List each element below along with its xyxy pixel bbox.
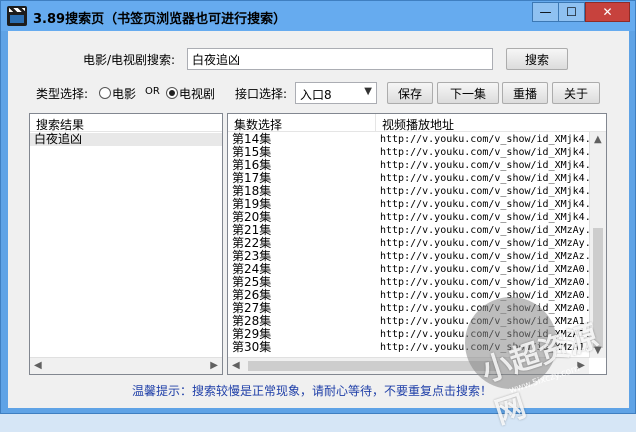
episode-column-header[interactable]: 集数选择 xyxy=(228,114,376,132)
chevron-down-icon: ▼ xyxy=(364,86,372,97)
movie-radio[interactable] xyxy=(99,87,111,99)
episode-url: http://v.youku.com/v_show/id_XMzA1.. xyxy=(380,342,597,353)
scroll-left-icon[interactable]: ◀ xyxy=(34,360,42,371)
episode-url: http://v.youku.com/v_show/id_XMjk4.. xyxy=(380,199,597,210)
episode-url: http://v.youku.com/v_show/id_XMjk4.. xyxy=(380,173,597,184)
episode-url: http://v.youku.com/v_show/id_XMzAz.. xyxy=(380,251,597,262)
table-row[interactable]: 第22集 http://v.youku.com/v_show/id_XMzAy.. xyxy=(228,237,597,250)
next-episode-button[interactable]: 下一集 xyxy=(437,82,499,104)
window-title: 3.89搜索页（书签页浏览器也可进行搜索） xyxy=(33,12,287,27)
search-button[interactable]: 搜索 xyxy=(506,48,568,70)
table-row[interactable]: 第25集 http://v.youku.com/v_show/id_XMzA0.. xyxy=(228,276,597,289)
episode-header: 集数选择 视频播放地址 xyxy=(228,114,606,132)
replay-button[interactable]: 重播 xyxy=(502,82,548,104)
result-title: 白夜追凶 xyxy=(34,132,83,146)
search-results-list[interactable]: 搜索结果 白夜追凶 ◀ ▶ xyxy=(29,113,223,375)
episode-url: http://v.youku.com/v_show/id_XMjk4.. xyxy=(380,160,597,171)
table-row[interactable]: 第23集 http://v.youku.com/v_show/id_XMzAz.. xyxy=(228,250,597,263)
table-row[interactable]: 第15集 http://v.youku.com/v_show/id_XMjk4.. xyxy=(228,146,597,159)
results-header-label: 搜索结果 xyxy=(36,118,85,132)
interface-select[interactable]: 入口8 ▼ xyxy=(295,82,377,104)
scroll-right-icon[interactable]: ▶ xyxy=(210,360,218,371)
scroll-thumb[interactable] xyxy=(593,228,603,348)
table-row[interactable]: 第17集 http://v.youku.com/v_show/id_XMjk4.. xyxy=(228,172,597,185)
or-label: OR xyxy=(145,86,160,97)
episode-url: http://v.youku.com/v_show/id_XMjk4.. xyxy=(380,186,597,197)
scroll-right-icon[interactable]: ▶ xyxy=(577,360,585,371)
results-header: 搜索结果 xyxy=(30,114,222,132)
url-column-header[interactable]: 视频播放地址 xyxy=(376,114,590,132)
episode-url: http://v.youku.com/v_show/id_XMzA0.. xyxy=(380,290,597,301)
list-item[interactable]: 白夜追凶 xyxy=(30,133,222,146)
maximize-button[interactable]: ☐ xyxy=(558,2,585,22)
scroll-down-icon[interactable]: ▼ xyxy=(594,345,602,356)
scroll-left-icon[interactable]: ◀ xyxy=(232,360,240,371)
table-row[interactable]: 第28集 http://v.youku.com/v_show/id_XMzA1.. xyxy=(228,315,597,328)
interface-label: 接口选择: xyxy=(235,87,288,101)
table-row[interactable]: 第26集 http://v.youku.com/v_show/id_XMzA0.. xyxy=(228,289,597,302)
about-button[interactable]: 关于 xyxy=(552,82,600,104)
tv-radio-label[interactable]: 电视剧 xyxy=(179,85,215,102)
tv-radio[interactable] xyxy=(166,87,178,99)
table-row[interactable]: 第24集 http://v.youku.com/v_show/id_XMzA0.. xyxy=(228,263,597,276)
episode-horizontal-scrollbar[interactable]: ◀ ▶ xyxy=(228,357,589,374)
clapperboard-icon xyxy=(7,6,27,26)
scroll-thumb[interactable] xyxy=(248,361,498,371)
episode-url: http://v.youku.com/v_show/id_XMzA1.. xyxy=(380,316,597,327)
episode-url: http://v.youku.com/v_show/id_XMzAy.. xyxy=(380,225,597,236)
table-row[interactable]: 第14集 http://v.youku.com/v_show/id_XMjk4.. xyxy=(228,133,597,146)
episode-url: http://v.youku.com/v_show/id_XMzA1.. xyxy=(380,329,597,340)
episode-url: http://v.youku.com/v_show/id_XMzA0.. xyxy=(380,264,597,275)
table-row[interactable]: 第21集 http://v.youku.com/v_show/id_XMzAy.. xyxy=(228,224,597,237)
table-row[interactable]: 第16集 http://v.youku.com/v_show/id_XMjk4.. xyxy=(228,159,597,172)
episode-url: http://v.youku.com/v_show/id_XMzA0.. xyxy=(380,303,597,314)
episode-url: http://v.youku.com/v_show/id_XMjk4.. xyxy=(380,212,597,223)
episode-url: http://v.youku.com/v_show/id_XMjk4.. xyxy=(380,134,597,145)
save-button[interactable]: 保存 xyxy=(387,82,433,104)
app-window: 3.89搜索页（书签页浏览器也可进行搜索） — ☐ ✕ 电影/电视剧搜索: 白夜… xyxy=(0,0,636,431)
episode-url: http://v.youku.com/v_show/id_XMzAy.. xyxy=(380,238,597,249)
episode-number: 第30集 xyxy=(232,340,272,354)
episode-url: http://v.youku.com/v_show/id_XMzA0.. xyxy=(380,277,597,288)
interface-select-value: 入口8 xyxy=(300,88,332,102)
results-horizontal-scrollbar[interactable]: ◀ ▶ xyxy=(30,357,222,374)
table-row[interactable]: 第19集 http://v.youku.com/v_show/id_XMjk4.. xyxy=(228,198,597,211)
episode-url: http://v.youku.com/v_show/id_XMjk4.. xyxy=(380,147,597,158)
table-row[interactable]: 第18集 http://v.youku.com/v_show/id_XMjk4.. xyxy=(228,185,597,198)
scroll-up-icon[interactable]: ▲ xyxy=(594,134,602,145)
client-area: 电影/电视剧搜索: 白夜追凶 搜索 类型选择: 电影 OR 电视剧 接口选择: … xyxy=(8,31,629,408)
close-button[interactable]: ✕ xyxy=(585,2,630,22)
minimize-button[interactable]: — xyxy=(532,2,559,22)
search-label: 电影/电视剧搜索: xyxy=(83,53,176,67)
episode-vertical-scrollbar[interactable]: ▲ ▼ xyxy=(589,132,606,358)
table-row[interactable]: 第20集 http://v.youku.com/v_show/id_XMjk4.. xyxy=(228,211,597,224)
hint-text: 温馨提示：搜索较慢是正常现象，请耐心等待，不要重复点击搜索！ xyxy=(132,384,493,398)
episode-list[interactable]: 集数选择 视频播放地址 第14集 http://v.youku.com/v_sho… xyxy=(227,113,607,375)
type-label: 类型选择: xyxy=(36,87,89,101)
title-bar[interactable]: 3.89搜索页（书签页浏览器也可进行搜索） — ☐ ✕ xyxy=(1,1,635,31)
table-row[interactable]: 第27集 http://v.youku.com/v_show/id_XMzA0.. xyxy=(228,302,597,315)
search-input[interactable]: 白夜追凶 xyxy=(187,48,493,70)
table-row[interactable]: 第29集 http://v.youku.com/v_show/id_XMzA1.. xyxy=(228,328,597,341)
movie-radio-label[interactable]: 电影 xyxy=(112,85,136,102)
table-row[interactable]: 第30集 http://v.youku.com/v_show/id_XMzA1.. xyxy=(228,340,597,354)
